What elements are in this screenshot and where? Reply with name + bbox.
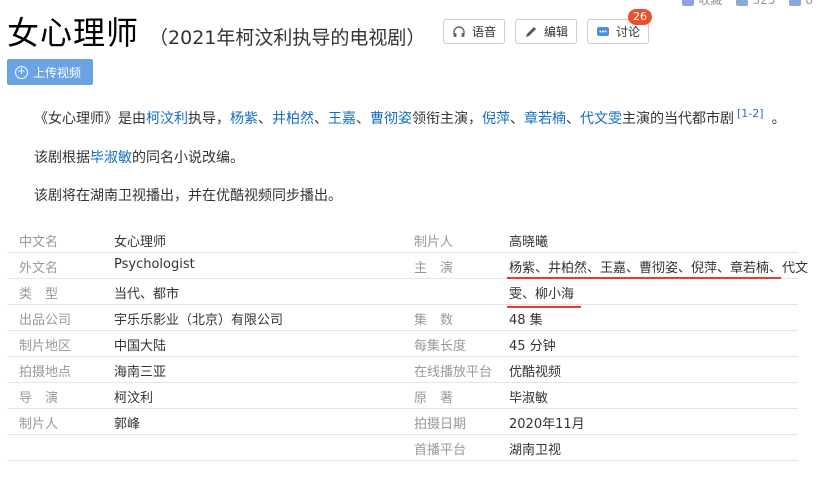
info-value: 优酷视频 bbox=[509, 365, 562, 380]
pencil-icon bbox=[526, 26, 537, 37]
title-buttons: 语音 编辑 讨论 26 bbox=[443, 9, 653, 44]
actor-link[interactable]: 王嘉 bbox=[328, 111, 356, 127]
info-value: 毕淑敏 bbox=[509, 391, 549, 406]
top-actions: 收藏 325 8 bbox=[682, 0, 813, 8]
title-row: 女心理师 （2021年柯汶利执导的电视剧） bbox=[7, 8, 425, 54]
separator: 、 bbox=[258, 111, 272, 127]
info-row: 类 型 当代、都市 雯、柳小海 bbox=[7, 278, 798, 305]
chat-icon bbox=[597, 26, 610, 36]
page-subtitle: （2021年柯汶利执导的电视剧） bbox=[149, 27, 426, 49]
info-row: 外文名 Psychologist 主 演 杨紫、井柏然、王嘉、曹彻姿、倪萍、章若… bbox=[7, 252, 808, 279]
info-label: 拍摄地点 bbox=[19, 365, 72, 380]
intro-text: 。 bbox=[771, 111, 786, 127]
info-label: 出品公司 bbox=[19, 313, 72, 328]
info-label: 制片人 bbox=[19, 417, 59, 432]
intro-text: 该剧根据 bbox=[34, 150, 90, 166]
info-value: 2020年11月 bbox=[509, 417, 585, 432]
info-label: 外文名 bbox=[19, 261, 59, 276]
annotation-underline bbox=[507, 306, 581, 308]
discuss-button[interactable]: 讨论 26 bbox=[587, 9, 653, 44]
author-link[interactable]: 毕淑敏 bbox=[90, 150, 132, 166]
info-value: 海南三亚 bbox=[114, 365, 167, 380]
star-icon bbox=[682, 0, 695, 6]
info-value: 高晓曦 bbox=[509, 235, 549, 250]
info-row: 导 演 柯汶利 原 著 毕淑敏 bbox=[7, 382, 798, 409]
info-label: 类 型 bbox=[19, 287, 59, 302]
info-label: 导 演 bbox=[19, 391, 59, 406]
info-value: 湖南卫视 bbox=[509, 443, 562, 458]
info-row: 制片地区 中国大陆 每集长度 45 分钟 bbox=[7, 330, 798, 357]
starring-value-line-2: 雯、柳小海 bbox=[509, 287, 575, 302]
info-label: 中文名 bbox=[19, 235, 59, 250]
intro-text: 《女心理师》是由 bbox=[34, 111, 146, 127]
share-action[interactable]: 8 bbox=[789, 0, 813, 8]
edit-button[interactable]: 编辑 bbox=[515, 19, 578, 44]
actor-link[interactable]: 章若楠 bbox=[524, 111, 566, 127]
actor-link[interactable]: 曹彻姿 bbox=[370, 111, 412, 127]
actor-link[interactable]: 井柏然 bbox=[272, 111, 314, 127]
thumb-up-icon bbox=[736, 0, 749, 6]
info-value: 48 集 bbox=[509, 313, 543, 328]
director-link[interactable]: 柯汶利 bbox=[146, 111, 188, 127]
plus-circle-icon: + bbox=[15, 65, 28, 79]
info-value: 柯汶利 bbox=[114, 391, 154, 406]
info-row: 出品公司 宇乐乐影业（北京）有限公司 集 数 48 集 bbox=[7, 304, 798, 331]
audio-label: 语音 bbox=[472, 25, 497, 39]
separator: 、 bbox=[510, 111, 524, 127]
separator: 、 bbox=[566, 111, 580, 127]
discuss-count-badge: 26 bbox=[628, 9, 653, 25]
page-title: 女心理师 bbox=[7, 14, 140, 52]
edit-label: 编辑 bbox=[544, 25, 569, 39]
info-value: 当代、都市 bbox=[114, 287, 180, 302]
intro-paragraph-2: 该剧根据毕淑敏的同名小说改编。 bbox=[34, 147, 244, 167]
info-value: Psychologist bbox=[114, 257, 195, 272]
intro-text: 主演的当代都市剧 bbox=[622, 111, 734, 127]
actor-link[interactable]: 倪萍 bbox=[482, 111, 510, 127]
upload-video-button[interactable]: + 上传视频 bbox=[7, 59, 93, 85]
info-row: 首播平台 湖南卫视 bbox=[7, 434, 798, 461]
annotation-underline bbox=[507, 277, 781, 279]
info-value: 宇乐乐影业（北京）有限公司 bbox=[114, 313, 284, 328]
share-icon bbox=[789, 0, 802, 6]
audio-button[interactable]: 语音 bbox=[443, 19, 506, 44]
info-row: 制片人 郭峰 拍摄日期 2020年11月 bbox=[7, 408, 798, 435]
discuss-label: 讨论 bbox=[616, 25, 641, 39]
starring-value-line-1: 杨紫、井柏然、王嘉、曹彻姿、倪萍、章若楠、代文 bbox=[509, 261, 809, 276]
info-label: 拍摄日期 bbox=[414, 417, 467, 432]
upload-label: 上传视频 bbox=[33, 65, 82, 80]
actor-link[interactable]: 杨紫 bbox=[230, 111, 258, 127]
info-value: 45 分钟 bbox=[509, 339, 556, 354]
info-label: 首播平台 bbox=[414, 443, 467, 458]
info-label: 制片人 bbox=[414, 235, 454, 250]
info-row: 拍摄地点 海南三亚 在线播放平台 优酷视频 bbox=[7, 356, 798, 383]
collect-action[interactable]: 收藏 bbox=[682, 0, 722, 8]
intro-text: 执导， bbox=[188, 111, 230, 127]
info-value: 中国大陆 bbox=[114, 339, 167, 354]
reference-link[interactable]: [1-2] bbox=[737, 107, 764, 120]
intro-paragraph-3: 该剧将在湖南卫视播出，并在优酷视频同步播出。 bbox=[34, 188, 342, 204]
info-label: 原 著 bbox=[414, 391, 454, 406]
like-action[interactable]: 325 bbox=[736, 0, 775, 8]
info-label: 主 演 bbox=[414, 261, 454, 276]
info-value: 郭峰 bbox=[114, 417, 141, 432]
info-row: 中文名 女心理师 制片人 高晓曦 bbox=[7, 226, 798, 253]
intro-text: 的同名小说改编。 bbox=[132, 150, 244, 166]
separator: 、 bbox=[356, 111, 370, 127]
intro-text: 领衔主演， bbox=[412, 111, 482, 127]
info-label: 每集长度 bbox=[414, 339, 467, 354]
headphone-icon bbox=[453, 25, 465, 37]
intro-paragraph-1: 《女心理师》是由柯汶利执导，杨紫、井柏然、王嘉、曹彻姿领衔主演，倪萍、章若楠、代… bbox=[34, 107, 786, 128]
info-label: 集 数 bbox=[414, 313, 454, 328]
separator: 、 bbox=[314, 111, 328, 127]
actor-link[interactable]: 代文雯 bbox=[580, 111, 622, 127]
info-label: 制片地区 bbox=[19, 339, 72, 354]
info-label: 在线播放平台 bbox=[414, 365, 493, 380]
info-value: 女心理师 bbox=[114, 235, 167, 250]
